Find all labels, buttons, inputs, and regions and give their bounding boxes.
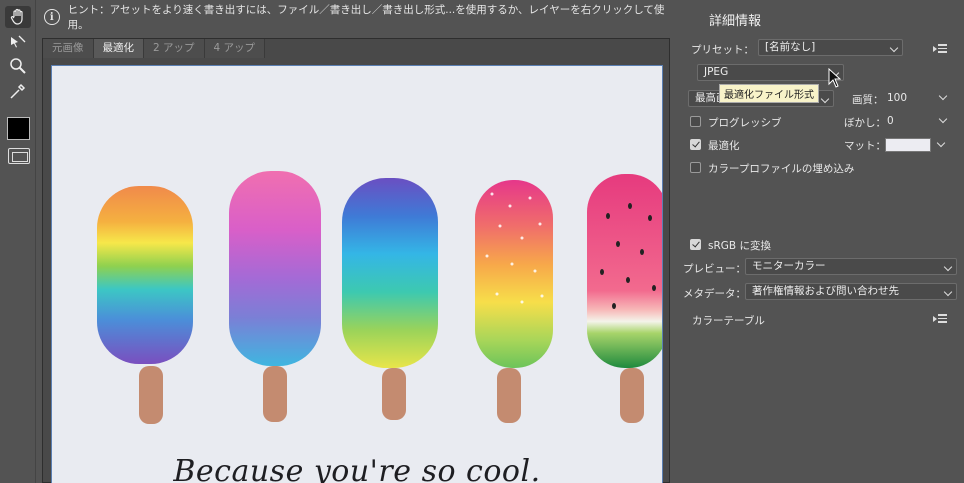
preview-value: モニターカラー xyxy=(752,260,826,272)
matte-label: マット： xyxy=(844,140,886,152)
popsicle-pink-purple xyxy=(229,171,321,366)
popsicle-stick xyxy=(139,366,163,424)
chevron-down-icon[interactable] xyxy=(936,138,946,148)
popsicles-illustration xyxy=(97,171,662,424)
tab-optimized[interactable]: 最適化 xyxy=(93,39,144,58)
format-select[interactable]: JPEG xyxy=(697,64,844,81)
tab-2-up[interactable]: 2 アップ xyxy=(144,39,205,58)
tab-original[interactable]: 元画像 xyxy=(43,39,94,58)
zoom-icon xyxy=(10,58,26,74)
preview-area: 元画像 最適化 2 アップ 4 アップ Because you're so co… xyxy=(42,38,670,483)
optimized-label: 最適化 xyxy=(708,140,740,152)
screen-mode-icon[interactable] xyxy=(8,148,30,164)
zoom-tool[interactable] xyxy=(5,55,31,77)
view-tabs: 元画像 最適化 2 アップ 4 アップ xyxy=(43,39,266,59)
tools-panel xyxy=(0,0,36,483)
quality-label: 画質： xyxy=(852,94,884,106)
hint-text: ヒント：アセットをより速く書き出すには、ファイル／書き出し／書き出し形式...を… xyxy=(67,4,665,31)
popsicle-stick xyxy=(382,368,406,420)
popsicle-watermelon xyxy=(587,174,662,368)
slice-select-icon xyxy=(11,35,26,48)
hint-bar: i ヒント：アセットをより速く書き出すには、ファイル／書き出し／書き出し形式..… xyxy=(40,4,670,31)
tab-4-up[interactable]: 4 アップ xyxy=(204,39,266,58)
chevron-down-icon xyxy=(943,287,953,297)
chevron-down-icon xyxy=(820,94,830,104)
preset-label: プリセット： xyxy=(691,44,754,56)
matte-color-swatch[interactable] xyxy=(885,138,931,152)
blur-value[interactable]: 0 xyxy=(887,115,894,127)
image-preview[interactable]: Because you're so cool. xyxy=(51,65,663,483)
preview-select[interactable]: モニターカラー xyxy=(745,258,957,275)
slice-select-tool[interactable] xyxy=(5,31,31,53)
settings-panel: 詳細情報 プリセット： [名前なし] JPEG 最高画質 画質： 100 プログ… xyxy=(677,0,964,483)
hand-tool[interactable] xyxy=(5,6,31,28)
progressive-checkbox[interactable] xyxy=(690,116,701,127)
chevron-down-icon[interactable] xyxy=(938,91,948,101)
image-caption: Because you're so cool. xyxy=(173,454,541,483)
format-tooltip: 最適化ファイル形式 xyxy=(719,84,819,103)
popsicle-rainbow xyxy=(97,186,193,364)
chevron-down-icon xyxy=(943,262,953,272)
mouse-cursor xyxy=(828,68,842,88)
popsicle-stick xyxy=(497,368,521,423)
info-icon: i xyxy=(44,9,60,25)
metadata-select[interactable]: 著作権情報および問い合わせ先 xyxy=(745,283,957,300)
embed-profile-label: カラープロファイルの埋め込み xyxy=(708,163,855,175)
embed-profile-checkbox[interactable] xyxy=(690,162,701,173)
optimized-checkbox[interactable] xyxy=(690,139,701,150)
chevron-down-icon[interactable] xyxy=(938,114,948,124)
panel-menu-icon[interactable] xyxy=(933,314,947,323)
hand-icon xyxy=(10,8,23,25)
popsicle-blue-green xyxy=(342,178,438,368)
preview-label: プレビュー： xyxy=(683,263,746,275)
format-value: JPEG xyxy=(704,66,729,78)
chevron-down-icon xyxy=(889,43,899,53)
popsicle-stick xyxy=(620,368,644,423)
srgb-label: sRGB に変換 xyxy=(708,240,771,252)
panel-title: 詳細情報 xyxy=(709,14,762,29)
srgb-checkbox[interactable] xyxy=(690,239,701,250)
eyedropper-color-swatch[interactable] xyxy=(7,117,30,140)
color-table-label: カラーテーブル xyxy=(692,315,765,327)
popsicle-sprinkles xyxy=(475,180,553,368)
eyedropper-tool[interactable] xyxy=(5,80,31,102)
eyedropper-icon xyxy=(10,83,26,99)
metadata-value: 著作権情報および問い合わせ先 xyxy=(752,285,899,297)
blur-label: ぼかし： xyxy=(844,117,886,129)
preset-value: [名前なし] xyxy=(765,41,816,53)
panel-menu-icon[interactable] xyxy=(933,44,947,53)
progressive-label: プログレッシブ xyxy=(708,117,782,129)
quality-value[interactable]: 100 xyxy=(887,92,907,104)
preset-select[interactable]: [名前なし] xyxy=(758,39,903,56)
metadata-label: メタデータ： xyxy=(683,288,746,300)
popsicle-stick xyxy=(263,366,287,422)
